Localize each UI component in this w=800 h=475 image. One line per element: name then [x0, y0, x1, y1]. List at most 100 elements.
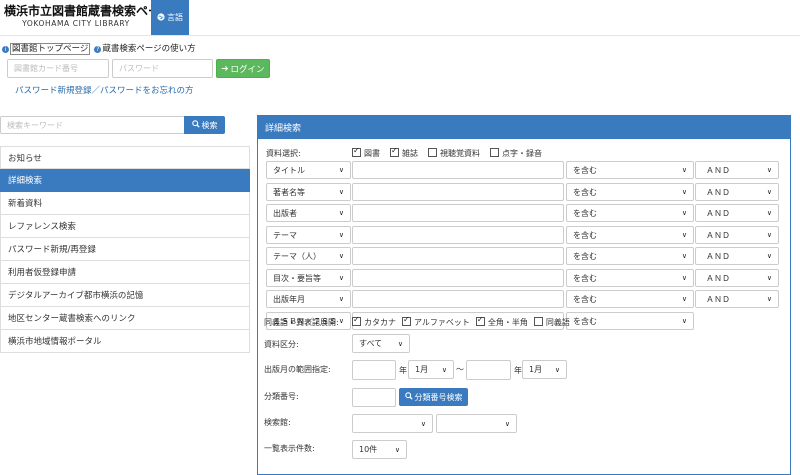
sidebar-item-advanced-search[interactable]: 詳細検索: [0, 169, 250, 192]
to-month-select[interactable]: 1月 ∨: [522, 360, 567, 379]
keyword-input-5[interactable]: [352, 269, 564, 287]
keyword-input-3[interactable]: [352, 226, 564, 244]
chevron-down-icon: ∨: [554, 365, 560, 374]
sidebar-item-provisional-registration[interactable]: 利用者仮登録申請: [0, 261, 250, 284]
chevron-down-icon: ∨: [394, 445, 400, 454]
field-select-5[interactable]: 目次・要旨等 ∨: [266, 269, 351, 287]
keyword-input-0[interactable]: [352, 161, 564, 179]
chevron-down-icon: ∨: [681, 231, 687, 239]
how-to-use-link[interactable]: ? 蔵書検索ページの使い方: [94, 42, 196, 54]
field-select-2-value: 出版者: [273, 208, 297, 218]
how-to-use-link-label: 蔵書検索ページの使い方: [102, 44, 196, 54]
field-select-3-value: テーマ: [273, 230, 297, 240]
match-select-1-value: を含む: [573, 187, 597, 197]
operator-select-2[interactable]: ＡＮＤ ∨: [695, 204, 779, 222]
match-select-0-value: を含む: [573, 165, 597, 175]
sidebar-item-digital-archive[interactable]: デジタルアーカイブ都市横浜の記憶: [0, 284, 250, 307]
synonym-katakana[interactable]: カタカナ: [352, 315, 396, 328]
operator-select-0[interactable]: ＡＮＤ ∨: [695, 161, 779, 179]
keyword-input-2[interactable]: [352, 204, 564, 222]
synonym-options: カタカナ アルファベット 全角・半角 同義語: [352, 315, 570, 328]
chevron-down-icon: ∨: [338, 209, 344, 217]
classification-search-button[interactable]: 分類番号検索: [399, 388, 468, 406]
password-input[interactable]: パスワード: [112, 59, 213, 78]
field-select-6[interactable]: 出版年月 ∨: [266, 290, 351, 308]
material-type-av[interactable]: 視聴覚資料: [428, 148, 480, 159]
chevron-down-icon: ∨: [681, 274, 687, 282]
classification-input[interactable]: [352, 388, 396, 407]
operator-select-3[interactable]: ＡＮＤ ∨: [695, 226, 779, 244]
checkbox-icon: [533, 317, 543, 326]
match-select-7[interactable]: を含む ∨: [566, 312, 694, 330]
field-select-2[interactable]: 出版者 ∨: [266, 204, 351, 222]
site-title: 横浜市立図書館蔵書検索ページ: [4, 4, 172, 18]
library-branch-select[interactable]: ∨: [436, 414, 517, 433]
sidebar-item-regional-portal[interactable]: 横浜市地域情報ポータル: [0, 330, 250, 353]
match-select-6[interactable]: を含む ∨: [566, 290, 694, 308]
library-area-select[interactable]: ∨: [352, 414, 433, 433]
from-month-value: 1月: [415, 365, 429, 374]
chevron-down-icon: ∨: [397, 339, 403, 348]
info-icon: i: [2, 46, 9, 53]
match-select-7-value: を含む: [573, 316, 597, 326]
match-select-2[interactable]: を含む ∨: [566, 204, 694, 222]
sidebar-item-password-register[interactable]: パスワード新規/再登録: [0, 238, 250, 261]
display-count-select[interactable]: 10件 ∨: [352, 440, 407, 459]
to-year-input[interactable]: [466, 360, 511, 380]
match-select-3[interactable]: を含む ∨: [566, 226, 694, 244]
operator-select-6-value: ＡＮＤ: [706, 294, 730, 304]
synonym-label: 同義語・異表記展開:: [264, 318, 339, 327]
sidebar-item-district-center-link[interactable]: 地区センター蔵書検索へのリンク: [0, 307, 250, 330]
from-month-select[interactable]: 1月 ∨: [408, 360, 454, 379]
field-select-0[interactable]: タイトル ∨: [266, 161, 351, 179]
match-select-5-value: を含む: [573, 273, 597, 283]
category-select[interactable]: すべて ∨: [352, 334, 410, 353]
operator-select-5[interactable]: ＡＮＤ ∨: [695, 269, 779, 287]
language-button[interactable]: 言語: [151, 0, 189, 35]
keyword-input-4[interactable]: [352, 247, 564, 265]
library-top-link-label: 図書館トップページ: [10, 43, 91, 55]
language-button-label: 言語: [167, 13, 183, 22]
sidebar-item-new-materials[interactable]: 新着資料: [0, 192, 250, 215]
keyword-input-6[interactable]: [352, 290, 564, 308]
display-count-label: 一覧表示件数:: [264, 444, 315, 453]
material-type-braille-label: 点字・録音: [502, 149, 542, 158]
operator-select-4[interactable]: ＡＮＤ ∨: [695, 247, 779, 265]
match-select-5[interactable]: を含む ∨: [566, 269, 694, 287]
from-year-input[interactable]: [352, 360, 396, 380]
checkbox-icon: [352, 315, 361, 326]
library-card-input[interactable]: 図書館カード番号: [7, 59, 109, 78]
password-register-link[interactable]: パスワード新規登録／パスワードをお忘れの方: [15, 84, 194, 96]
match-select-0[interactable]: を含む ∨: [566, 161, 694, 179]
material-type-book[interactable]: 図書: [352, 146, 380, 159]
sidebar-item-news[interactable]: お知らせ: [0, 146, 250, 169]
display-count-value: 10件: [359, 445, 378, 454]
keyword-search-button[interactable]: 検索: [184, 116, 225, 134]
keyword-search-input[interactable]: 検索キーワード: [0, 116, 185, 134]
operator-select-1[interactable]: ＡＮＤ ∨: [695, 183, 779, 201]
material-type-braille[interactable]: 点字・録音: [490, 148, 542, 159]
keyword-input-1[interactable]: [352, 183, 564, 201]
field-select-4[interactable]: テーマ（人） ∨: [266, 247, 351, 265]
field-select-1[interactable]: 著者名等 ∨: [266, 183, 351, 201]
operator-select-6[interactable]: ＡＮＤ ∨: [695, 290, 779, 308]
chevron-down-icon: ∨: [681, 209, 687, 217]
globe-icon: [157, 12, 165, 23]
checkbox-icon: [390, 146, 399, 157]
synonym-width[interactable]: 全角・半角: [475, 315, 528, 328]
synonym-alphabet[interactable]: アルファベット: [402, 315, 470, 328]
library-top-link[interactable]: i 図書館トップページ: [2, 42, 91, 55]
classification-search-button-label: 分類番号検索: [414, 392, 463, 402]
login-button[interactable]: ➔ ログイン: [216, 59, 270, 78]
operator-select-0-value: ＡＮＤ: [706, 165, 730, 175]
synonym-synonym[interactable]: 同義語: [533, 317, 570, 328]
sidebar-item-reference-search[interactable]: レファレンス検索: [0, 215, 250, 238]
match-select-4[interactable]: を含む ∨: [566, 247, 694, 265]
chevron-down-icon: ∨: [681, 252, 687, 260]
material-type-magazine-label: 雑誌: [402, 149, 418, 158]
material-type-magazine[interactable]: 雑誌: [390, 146, 418, 159]
chevron-down-icon: ∨: [338, 231, 344, 239]
match-select-1[interactable]: を含む ∨: [566, 183, 694, 201]
field-select-3[interactable]: テーマ ∨: [266, 226, 351, 244]
keyword-search-button-label: 検索: [201, 120, 218, 130]
